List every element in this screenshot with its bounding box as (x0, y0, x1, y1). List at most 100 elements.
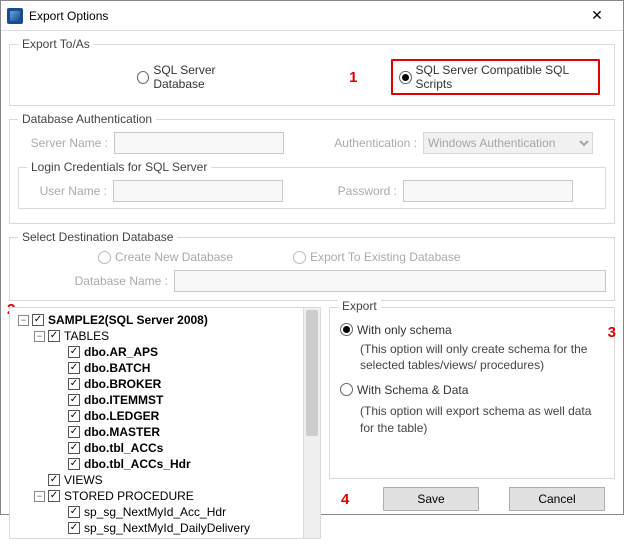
checkbox[interactable] (68, 522, 80, 534)
export-sqlserver-radio[interactable]: SQL Server Database (137, 63, 260, 91)
expander-icon (54, 427, 65, 438)
create-new-db-radio: Create New Database (98, 250, 233, 264)
tree-item-label: SAMPLE2(SQL Server 2008) (48, 313, 208, 327)
export-to-as-legend: Export To/As (18, 37, 94, 51)
radio-icon (340, 323, 353, 336)
auth-combo: Windows Authentication (423, 132, 593, 154)
checkbox[interactable] (68, 378, 80, 390)
tree-item[interactable]: VIEWS (14, 472, 299, 488)
callout-4: 4 (341, 491, 349, 508)
checkbox[interactable] (68, 362, 80, 374)
with-schema-data-radio[interactable]: With Schema & Data (340, 383, 468, 397)
checkbox[interactable] (68, 410, 80, 422)
expander-icon (54, 459, 65, 470)
expander-icon (54, 411, 65, 422)
tree-item-label: sp_sg_NextMyId_GdwnIn (84, 537, 221, 538)
login-credentials-legend: Login Credentials for SQL Server (27, 160, 211, 174)
radio-icon (399, 71, 411, 84)
server-name-label: Server Name : (18, 136, 108, 150)
create-new-db-label: Create New Database (115, 250, 233, 264)
with-schema-data-label: With Schema & Data (357, 383, 468, 397)
tree-item-label: dbo.AR_APS (84, 345, 158, 359)
checkbox[interactable] (68, 426, 80, 438)
expander-icon (54, 363, 65, 374)
tree-item[interactable]: sp_sg_NextMyId_Acc_Hdr (14, 504, 299, 520)
tree-item[interactable]: dbo.LEDGER (14, 408, 299, 424)
tree-item[interactable]: dbo.BATCH (14, 360, 299, 376)
tree-item[interactable]: dbo.BROKER (14, 376, 299, 392)
cancel-button[interactable]: Cancel (509, 487, 605, 511)
user-name-input (113, 180, 283, 202)
callout-3: 3 (608, 324, 616, 341)
export-existing-db-label: Export To Existing Database (310, 250, 461, 264)
tree-item-label: dbo.LEDGER (84, 409, 159, 423)
db-name-input (174, 270, 606, 292)
with-only-schema-desc: (This option will only create schema for… (360, 341, 604, 373)
export-options-title: Export (338, 299, 381, 313)
db-auth-group: Database Authentication Server Name : Au… (9, 112, 615, 224)
save-button[interactable]: Save (383, 487, 479, 511)
checkbox[interactable] (48, 490, 60, 502)
close-button[interactable]: ✕ (577, 7, 617, 24)
tree-item[interactable]: dbo.ITEMMST (14, 392, 299, 408)
radio-icon (340, 383, 353, 396)
export-existing-db-radio: Export To Existing Database (293, 250, 461, 264)
radio-icon (293, 251, 306, 264)
dest-db-group: Select Destination Database Create New D… (9, 230, 615, 301)
tree-item-label: dbo.BROKER (84, 377, 161, 391)
tree-item-label: dbo.BATCH (84, 361, 150, 375)
export-to-as-group: Export To/As SQL Server Database 1 SQL S… (9, 37, 615, 106)
radio-icon (98, 251, 111, 264)
server-name-input (114, 132, 284, 154)
tree-item-label: dbo.MASTER (84, 425, 160, 439)
checkbox[interactable] (68, 442, 80, 454)
expander-icon (54, 507, 65, 518)
expander-icon (54, 395, 65, 406)
tree-item-label: dbo.ITEMMST (84, 393, 163, 407)
login-credentials-group: Login Credentials for SQL Server User Na… (18, 160, 606, 209)
tree-item-label: TABLES (64, 329, 109, 343)
tree-item-label: dbo.tbl_ACCs_Hdr (84, 457, 191, 471)
callout-1: 1 (349, 69, 357, 86)
password-label: Password : (317, 184, 397, 198)
expander-icon[interactable]: − (34, 491, 45, 502)
object-tree[interactable]: −SAMPLE2(SQL Server 2008)−TABLESdbo.AR_A… (9, 307, 321, 539)
checkbox[interactable] (68, 394, 80, 406)
tree-item[interactable]: − TABLES (14, 328, 299, 344)
expander-icon[interactable]: − (18, 315, 29, 326)
checkbox[interactable] (68, 346, 80, 358)
tree-item[interactable]: − SAMPLE2(SQL Server 2008) (14, 312, 299, 328)
tree-item[interactable]: − STORED PROCEDURE (14, 488, 299, 504)
expander-icon (34, 475, 45, 486)
tree-item-label: dbo.tbl_ACCs (84, 441, 163, 455)
export-sqlserver-label: SQL Server Database (153, 63, 260, 91)
user-name-label: User Name : (27, 184, 107, 198)
tree-item-label: sp_sg_NextMyId_Acc_Hdr (84, 505, 226, 519)
checkbox[interactable] (48, 330, 60, 342)
tree-item[interactable]: dbo.tbl_ACCs_Hdr (14, 456, 299, 472)
tree-item[interactable]: sp_sg_NextMyId_GdwnIn (14, 536, 299, 538)
titlebar: Export Options ✕ (1, 1, 623, 31)
tree-item[interactable]: dbo.MASTER (14, 424, 299, 440)
expander-icon (54, 443, 65, 454)
expander-icon (54, 523, 65, 534)
radio-icon (137, 71, 149, 84)
export-scripts-label: SQL Server Compatible SQL Scripts (416, 63, 592, 91)
checkbox[interactable] (68, 458, 80, 470)
with-only-schema-radio[interactable]: With only schema (340, 323, 452, 337)
checkbox[interactable] (48, 474, 60, 486)
expander-icon (54, 379, 65, 390)
expander-icon[interactable]: − (34, 331, 45, 342)
checkbox[interactable] (68, 506, 80, 518)
tree-item[interactable]: dbo.tbl_ACCs (14, 440, 299, 456)
checkbox[interactable] (32, 314, 44, 326)
auth-label: Authentication : (317, 136, 417, 150)
tree-item-label: STORED PROCEDURE (64, 489, 194, 503)
expander-icon (54, 347, 65, 358)
tree-item[interactable]: sp_sg_NextMyId_DailyDelivery (14, 520, 299, 536)
tree-item[interactable]: dbo.AR_APS (14, 344, 299, 360)
tree-scrollbar[interactable] (303, 308, 320, 538)
export-scripts-radio[interactable]: SQL Server Compatible SQL Scripts (391, 59, 600, 95)
tree-item-label: VIEWS (64, 473, 103, 487)
app-icon (7, 8, 23, 24)
